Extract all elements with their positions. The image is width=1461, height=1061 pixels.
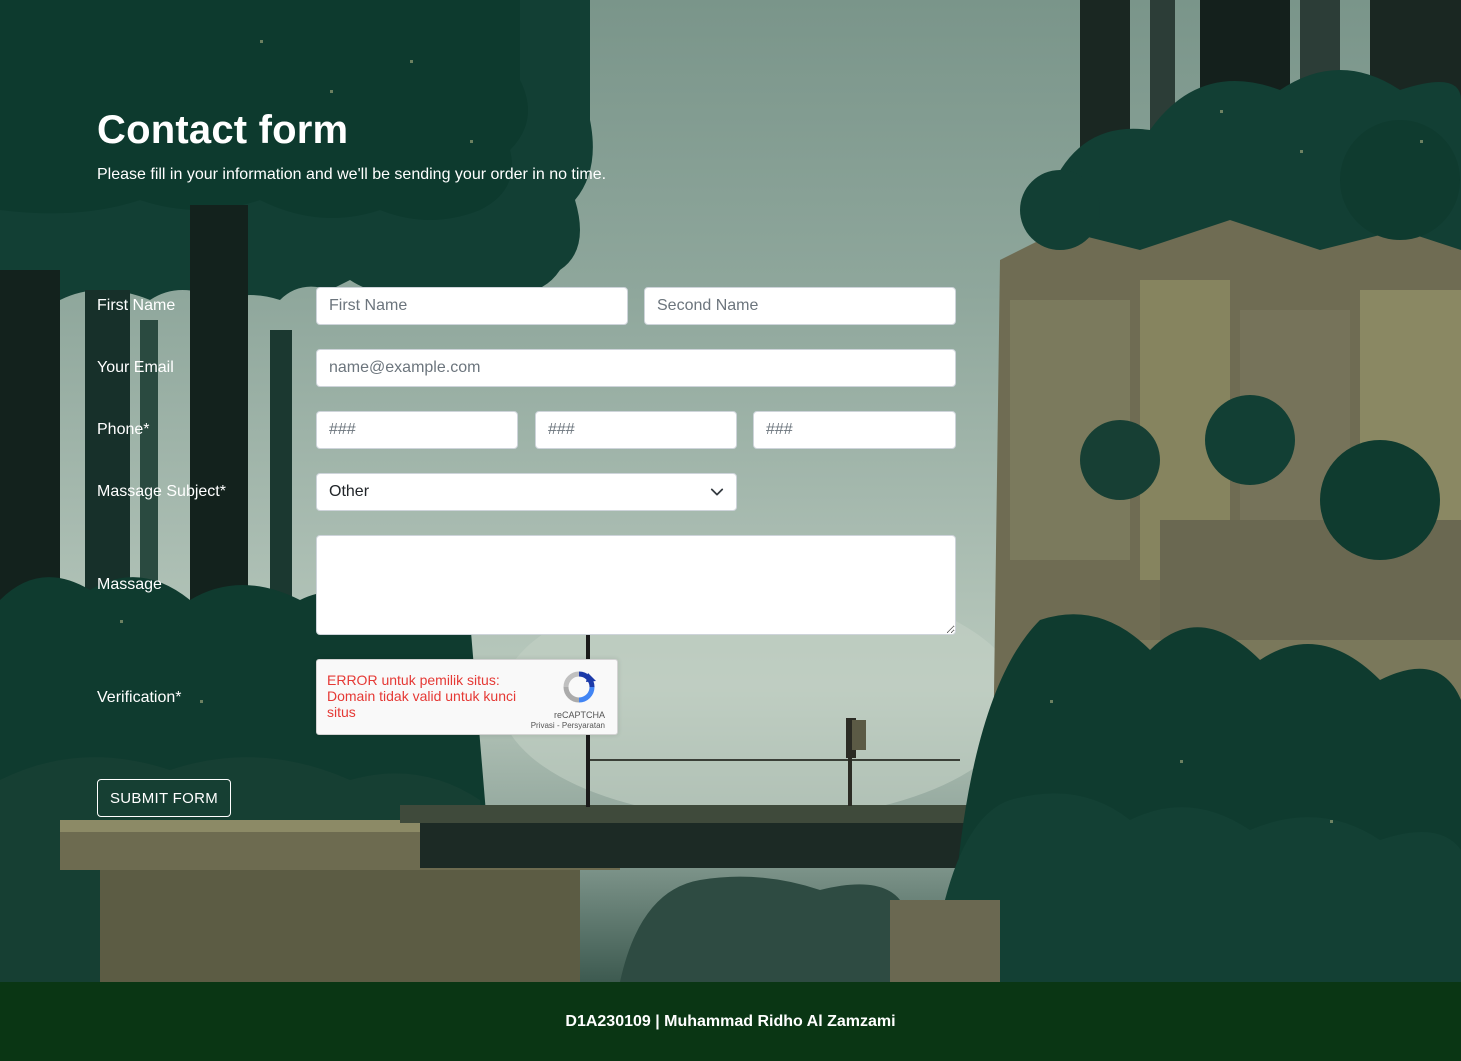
recaptcha-widget[interactable]: ERROR untuk pemilik situs: Domain tidak … [316,659,618,735]
phone-area-input[interactable] [316,411,518,449]
recaptcha-privacy-link[interactable]: Privasi [531,721,555,730]
subject-select[interactable]: Other [316,473,737,511]
footer: D1A230109 | Muhammad Ridho Al Zamzami [0,982,1461,1061]
subject-label: Massage Subject* [97,483,226,500]
recaptcha-links-separator: - [556,721,560,730]
page-title: Contact form [97,108,349,152]
page: Contact form Please fill in your informa… [0,0,1461,1061]
name-label: First Name [97,297,176,314]
chevron-down-icon [710,488,724,496]
submit-form-button[interactable]: SUBMIT FORM [97,779,232,817]
message-textarea[interactable] [316,535,956,635]
message-label: Massage [97,576,162,593]
recaptcha-terms-link[interactable]: Persyaratan [562,721,605,730]
recaptcha-brand: reCAPTCHA [553,710,605,720]
verification-label: Verification* [97,689,182,706]
recaptcha-icon [563,671,596,703]
footer-credit: D1A230109 | Muhammad Ridho Al Zamzami [565,1012,896,1030]
recaptcha-links: Privasi - Persyaratan [531,721,605,730]
phone-prefix-input[interactable] [535,411,737,449]
email-label: Your Email [97,359,174,376]
phone-label: Phone* [97,421,150,438]
subject-selected-value: Other [329,483,370,500]
page-subtitle: Please fill in your information and we'l… [97,166,607,183]
recaptcha-error-message: ERROR untuk pemilik situs: Domain tidak … [327,672,517,720]
first-name-input[interactable] [316,287,628,325]
phone-line-input[interactable] [753,411,956,449]
email-input[interactable] [316,349,956,387]
second-name-input[interactable] [644,287,956,325]
